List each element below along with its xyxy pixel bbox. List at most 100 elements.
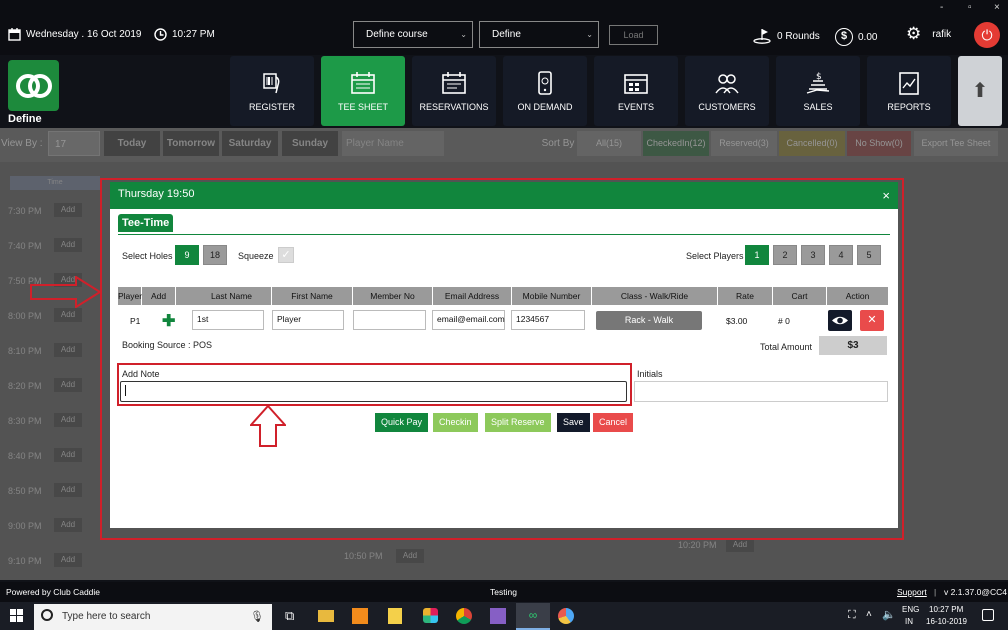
speaker-icon[interactable]: 🔈	[882, 608, 896, 621]
window-close-button[interactable]: ×	[994, 2, 1000, 13]
balance-display: $ 0.00	[835, 28, 877, 46]
column-header: Email Address	[433, 287, 512, 305]
sublime-icon[interactable]	[352, 608, 368, 624]
golf-flag-icon	[753, 29, 771, 44]
players-2-button[interactable]: 2	[773, 245, 797, 265]
view-button[interactable]	[828, 310, 852, 331]
support-link[interactable]: Support	[897, 587, 927, 597]
select-holes-label: Select Holes	[122, 251, 173, 261]
players-3-button[interactable]: 3	[801, 245, 825, 265]
people-icon[interactable]: ⛶	[848, 609, 856, 622]
define-select-value: Define	[492, 29, 521, 40]
add-player-icon[interactable]: ✚	[162, 311, 175, 331]
quick-pay-button[interactable]: Quick Pay	[375, 413, 429, 432]
sales-icon: $	[806, 72, 830, 94]
holes-9-button[interactable]: 9	[175, 245, 199, 265]
slack-icon[interactable]	[423, 608, 438, 623]
checkin-button[interactable]: Checkin	[433, 413, 478, 432]
nav-label: TEE SHEET	[337, 102, 388, 112]
svg-text:$: $	[816, 72, 822, 82]
events-calendar-icon	[624, 74, 648, 94]
user-display[interactable]: ⚙ rafik	[906, 25, 951, 42]
chevron-down-icon: ⌄	[586, 30, 593, 39]
last-name-input[interactable]: 1st	[192, 310, 264, 330]
club-caddie-app-icon[interactable]: ∞	[516, 603, 550, 630]
rounds-text: 0 Rounds	[777, 30, 820, 42]
visual-studio-icon[interactable]	[490, 608, 506, 624]
players-1-button[interactable]: 1	[745, 245, 769, 265]
nav-reservations[interactable]: RESERVATIONS	[412, 56, 496, 126]
dialog-title: Thursday 19:50	[118, 188, 195, 200]
nav-events[interactable]: EVENTS	[594, 56, 678, 126]
windows-start-icon[interactable]	[10, 609, 24, 623]
nav-reports[interactable]: REPORTS	[867, 56, 951, 126]
reports-icon	[899, 72, 919, 95]
column-header: Rate	[718, 287, 773, 305]
squeeze-checkbox[interactable]: ✓	[278, 247, 294, 263]
logo-label: Define	[8, 113, 42, 125]
total-amount-label: Total Amount	[760, 342, 813, 352]
file-explorer-icon[interactable]	[318, 610, 334, 622]
nav-customers[interactable]: CUSTOMERS	[685, 56, 769, 126]
taskbar-search-input[interactable]: Type here to search 🎙	[34, 604, 272, 630]
balance-text: 0.00	[858, 31, 878, 43]
arrow-up-icon[interactable]: ⬆	[958, 56, 1002, 126]
taskbar-time[interactable]: 10:27 PM	[929, 605, 963, 614]
column-header: Member No	[353, 287, 433, 305]
nav-label: EVENTS	[617, 102, 654, 112]
dialog-header: Thursday 19:50 ×	[110, 182, 898, 209]
column-header: Action	[827, 287, 889, 305]
load-button[interactable]: Load	[609, 25, 658, 45]
restore-button[interactable]: ▫	[968, 2, 972, 13]
cancel-button[interactable]: Cancel	[593, 413, 634, 432]
initials-input[interactable]	[634, 381, 888, 402]
power-icon[interactable]: ⏻	[974, 22, 1000, 48]
close-icon[interactable]: ×	[882, 188, 890, 203]
notes-icon[interactable]	[388, 608, 402, 624]
annotation-box	[117, 363, 632, 406]
search-icon	[41, 609, 53, 621]
nav-label: RESERVATIONS	[419, 102, 489, 112]
nav-register[interactable]: REGISTER	[230, 56, 314, 126]
course-select[interactable]: Define course ⌄	[353, 21, 473, 48]
notification-icon[interactable]	[982, 609, 994, 621]
split-reserve-button[interactable]: Split Reserve	[485, 413, 551, 432]
nav-on-demand[interactable]: ON DEMAND	[503, 56, 587, 126]
taskbar: Type here to search 🎙 ⧉ ∞ ⛶ ˄ 🔈 ENG IN 1…	[0, 602, 1008, 630]
chrome-icon[interactable]	[456, 608, 472, 624]
delete-icon[interactable]: ✕	[860, 310, 884, 331]
minimize-button[interactable]: -	[940, 2, 943, 13]
member-no-input[interactable]	[353, 310, 426, 330]
nav-sales[interactable]: $ SALES	[776, 56, 860, 126]
calendar-icon	[8, 28, 21, 41]
save-button[interactable]: Save	[557, 413, 590, 432]
column-header: Add	[142, 287, 176, 305]
paint-icon[interactable]	[558, 608, 574, 624]
nav-tee-sheet[interactable]: TEE SHEET	[321, 56, 405, 126]
tab-tee-time[interactable]: Tee-Time	[118, 214, 174, 232]
environment-text: Testing	[490, 587, 517, 597]
microphone-icon[interactable]: 🎙	[250, 610, 264, 623]
players-4-button[interactable]: 4	[829, 245, 853, 265]
rounds-display: 0 Rounds	[752, 28, 820, 44]
players-5-button[interactable]: 5	[857, 245, 881, 265]
row-player: P1	[130, 316, 141, 326]
date-text: Wednesday . 16 Oct 2019	[26, 29, 142, 40]
tab-divider	[118, 234, 890, 235]
class-select[interactable]: Rack - Walk	[596, 311, 702, 330]
barcode-scanner-icon	[263, 73, 280, 94]
task-view-icon[interactable]: ⧉	[285, 608, 294, 624]
gear-icon[interactable]: ⚙	[906, 25, 921, 42]
first-name-input[interactable]: Player	[272, 310, 344, 330]
column-header: Last Name	[192, 287, 272, 305]
email-input[interactable]: email@email.com	[432, 310, 505, 330]
time-display: 10:27 PM	[154, 28, 215, 41]
mobile-input[interactable]: 1234567	[511, 310, 585, 330]
taskbar-date[interactable]: 16-10-2019	[926, 617, 967, 626]
chevron-up-icon[interactable]: ˄	[866, 609, 872, 620]
language-text[interactable]: ENG	[902, 605, 919, 614]
dollar-icon: $	[835, 28, 853, 46]
define-select[interactable]: Define ⌄	[479, 21, 599, 48]
chevron-down-icon: ⌄	[460, 30, 467, 39]
holes-18-button[interactable]: 18	[203, 245, 227, 265]
